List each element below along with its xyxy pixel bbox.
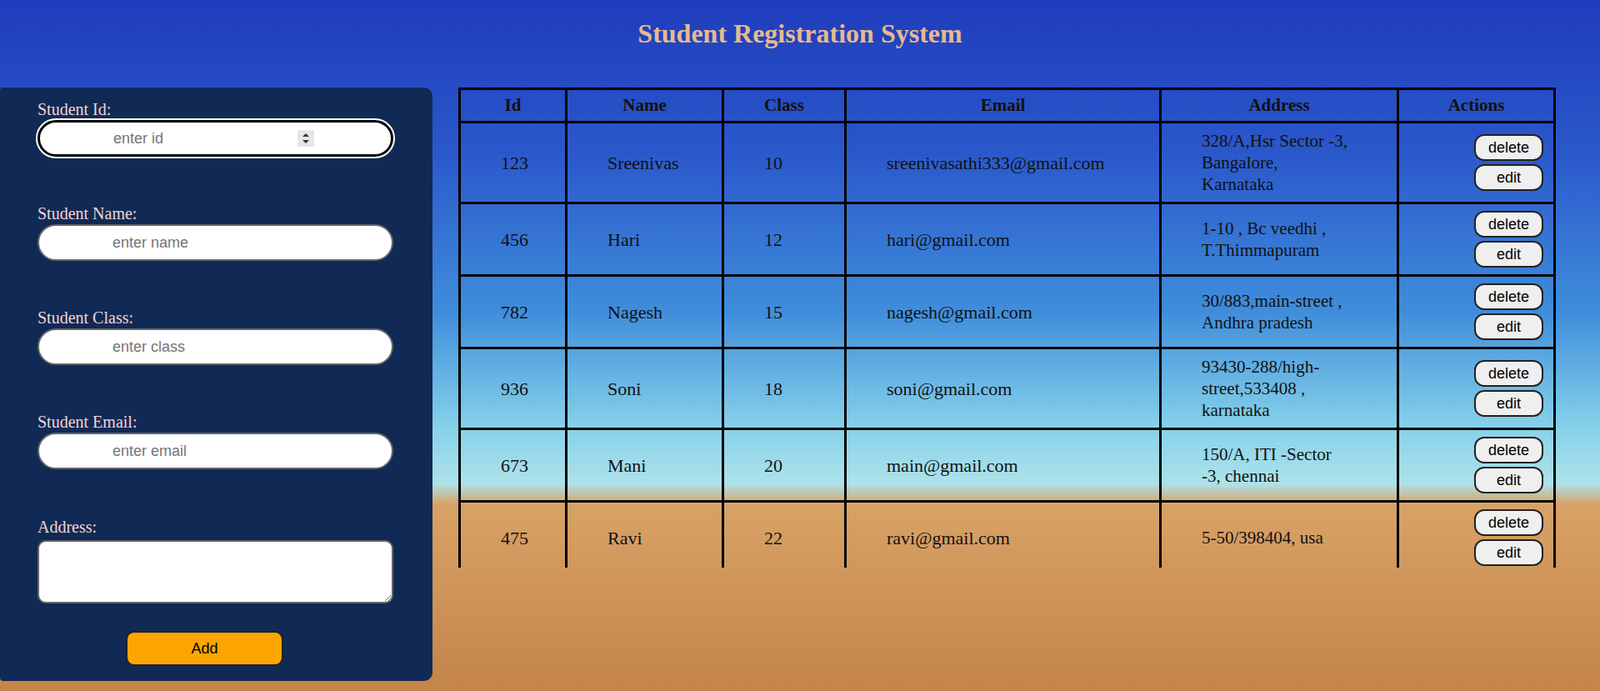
table-cell: Soni — [566, 348, 724, 430]
text-input[interactable] — [37, 432, 394, 470]
edit-button[interactable]: edit — [1474, 313, 1544, 340]
delete-button[interactable]: delete — [1474, 134, 1544, 161]
table-cell: 456 — [460, 203, 567, 276]
students-table: IdNameClassEmailAddressActions123Sreeniv… — [458, 87, 1556, 568]
delete-button[interactable]: delete — [1474, 436, 1544, 464]
column-header: Name — [566, 89, 724, 123]
page-title: Student Registration System — [637, 16, 962, 88]
table-cell: 12 — [723, 203, 846, 276]
header-row: IdNameClassEmailAddressActions — [460, 89, 1555, 123]
edit-button[interactable]: edit — [1474, 390, 1544, 417]
table-scroll[interactable]: IdNameClassEmailAddressActions123Sreeniv… — [458, 87, 1600, 568]
form-panel: Student Id: Student Name: Student Class: St… — [0, 87, 433, 681]
table-cell: Hari — [566, 203, 724, 276]
table-cell: 673 — [460, 429, 567, 502]
page: Student Registration SystemStudent Id:St… — [0, 0, 1600, 691]
field-label: Address: — [37, 516, 433, 537]
table-cell: Sreenivas — [566, 122, 724, 204]
table-cell: 123 — [460, 122, 567, 204]
edit-button[interactable]: edit — [1474, 466, 1544, 494]
field-group: Student Email: — [37, 411, 433, 470]
table-cell: 15 — [723, 275, 846, 349]
table-cell: main@gmail.com — [845, 429, 1161, 502]
actions-cell: delete edit — [1398, 122, 1555, 204]
address-cell: 5-50/398404, usa — [1160, 501, 1399, 569]
field-label: Student Name: — [37, 203, 433, 224]
edit-button[interactable]: edit — [1474, 164, 1544, 191]
spinner-icon[interactable] — [297, 130, 315, 147]
table-cell: ravi@gmail.com — [845, 501, 1161, 569]
add-button[interactable]: Add — [125, 630, 284, 666]
actions-cell: deleteedit — [1398, 203, 1555, 276]
edit-button[interactable]: edit — [1474, 240, 1544, 268]
column-header: Actions — [1398, 89, 1555, 123]
text-input[interactable] — [37, 328, 394, 365]
main: Student Id: Student Name: Student Class: St… — [0, 87, 1600, 681]
field-group: Student Class: — [37, 307, 433, 365]
text-input[interactable] — [37, 224, 394, 261]
table-row: 456Hari12hari@gmail.com1-10 , Bc veedhi … — [460, 203, 1555, 276]
table-row: 123Sreenivas10sreenivasathi333@gmail.com… — [460, 122, 1555, 204]
address-cell: 150/A, ITI -Sector -3, chennai — [1160, 429, 1399, 502]
actions-cell: delete edit — [1398, 501, 1555, 569]
header: Student Registration System — [0, 0, 1600, 88]
table-cell: 936 — [460, 348, 567, 430]
actions-cell: delete edit — [1398, 275, 1555, 349]
delete-button[interactable]: delete — [1474, 283, 1544, 310]
table-cell: 22 — [723, 501, 846, 569]
address-cell: 1-10 , Bc veedhi , T.Thimmapuram — [1160, 203, 1399, 276]
address-cell: 30/883,main-street , Andhra pradesh — [1160, 275, 1399, 349]
table-row: 782Nagesh15nagesh@gmail.com30/883,main-s… — [460, 275, 1555, 349]
delete-button[interactable]: delete — [1474, 360, 1544, 387]
table-row: 673Mani20main@gmail.com150/A, ITI -Secto… — [460, 429, 1555, 502]
field-group: Student Id: — [37, 99, 433, 157]
table-cell: 782 — [460, 275, 567, 349]
address-cell: 328/A,Hsr Sector -3, Bangalore, Karnatak… — [1160, 122, 1399, 204]
column-header: Email — [845, 89, 1161, 123]
actions-cell: deleteedit — [1398, 429, 1555, 502]
field-label: Student Class: — [37, 307, 433, 328]
table-cell: 10 — [723, 122, 846, 204]
field-label: Student Id: — [37, 99, 433, 120]
table-row: 936Soni18soni@gmail.com93430-288/high-st… — [460, 348, 1555, 430]
address-field-group: Address: — [37, 516, 433, 604]
table-cell: hari@gmail.com — [845, 203, 1161, 276]
table-cell: Mani — [566, 429, 724, 502]
actions-cell: delete edit — [1398, 348, 1555, 430]
table-cell: nagesh@gmail.com — [845, 275, 1161, 349]
text-input[interactable] — [37, 120, 394, 157]
address-cell: 93430-288/high-street,533408 , karnataka — [1160, 348, 1399, 430]
address-textarea[interactable] — [37, 540, 394, 604]
field-group: Student Name: — [37, 203, 433, 261]
table-cell: 475 — [460, 501, 567, 569]
column-header: Address — [1160, 89, 1399, 123]
table-cell: Ravi — [566, 501, 724, 569]
edit-button[interactable]: edit — [1474, 539, 1544, 566]
table-cell: 20 — [723, 429, 846, 502]
delete-button[interactable]: delete — [1474, 509, 1544, 536]
table-cell: 18 — [723, 348, 846, 430]
table-cell: sreenivasathi333@gmail.com — [845, 122, 1161, 204]
field-label: Student Email: — [37, 411, 433, 432]
table-cell: Nagesh — [566, 275, 724, 349]
column-header: Id — [460, 89, 567, 123]
column-header: Class — [723, 89, 846, 123]
delete-button[interactable]: delete — [1474, 210, 1544, 238]
table-cell: soni@gmail.com — [845, 348, 1161, 430]
table-row: 475Ravi22ravi@gmail.com5-50/398404, usad… — [460, 501, 1555, 569]
